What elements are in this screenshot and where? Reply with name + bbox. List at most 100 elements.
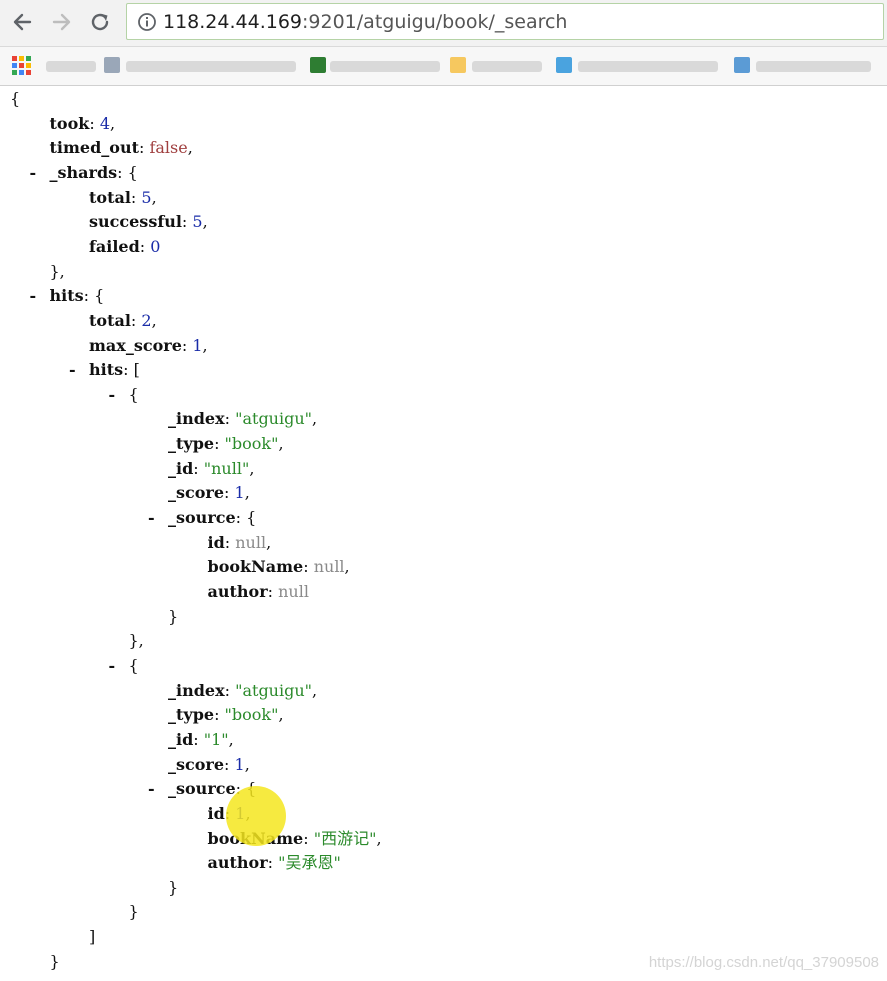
address-bar[interactable]: 118.24.44.169:9201/atguigu/book/_search: [126, 3, 884, 40]
json-punctuation: ,: [249, 458, 255, 478]
json-punctuation: ,: [376, 828, 382, 848]
json-punctuation: ,: [110, 113, 116, 133]
json-key: _id: [168, 729, 194, 749]
json-key: timed_out: [49, 138, 139, 158]
json-line-content: }: [50, 950, 60, 974]
arrow-left-icon: [13, 13, 32, 31]
json-line-content: _id: "null",: [168, 458, 255, 478]
json-key: _source: [168, 508, 236, 528]
url-path: :9201/atguigu/book/_search: [302, 11, 568, 33]
json-key: id: [207, 532, 225, 552]
json-key: hits: [89, 360, 124, 380]
json-line-content: _score: 1,: [168, 754, 250, 774]
json-key: _type: [168, 434, 215, 454]
json-key: bookName: [207, 557, 304, 577]
json-key: successful: [89, 212, 182, 232]
json-line-content: bookName: null,: [207, 557, 350, 577]
json-line-content: }: [168, 605, 178, 629]
json-value: 4: [99, 113, 110, 133]
json-line-content: _index: "atguigu",: [168, 680, 318, 700]
json-line-content: {: [129, 383, 139, 407]
json-value: 5: [141, 187, 152, 207]
arrow-right-icon: [52, 13, 71, 31]
collapse-toggle[interactable]: -: [30, 284, 37, 308]
json-key: total: [89, 187, 131, 207]
bookmark-item[interactable]: [578, 61, 718, 72]
json-line-content: ]: [89, 925, 95, 949]
collapse-toggle[interactable]: -: [69, 358, 76, 382]
json-key: _score: [168, 483, 225, 503]
json-punctuation: }: [168, 606, 179, 626]
json-value: "null": [203, 458, 250, 478]
json-punctuation: ,: [312, 409, 318, 429]
json-punctuation: ,: [266, 532, 272, 552]
json-line-content: }: [168, 876, 178, 900]
json-punctuation: ,: [312, 680, 318, 700]
json-punctuation: {: [128, 384, 139, 404]
json-key: _source: [168, 779, 236, 799]
bookmark-favicon: [310, 57, 326, 73]
json-punctuation: ,: [202, 212, 208, 232]
json-punctuation: {: [10, 89, 21, 108]
json-line-content: _score: 1,: [168, 483, 250, 503]
json-key: author: [207, 582, 268, 601]
reload-button[interactable]: [86, 8, 114, 36]
json-line-content: {: [10, 87, 20, 111]
bookmark-favicon: [556, 57, 572, 73]
json-key: author: [207, 853, 268, 873]
collapse-toggle[interactable]: -: [109, 654, 116, 678]
json-line-content: total: 2,: [89, 310, 157, 330]
bookmark-item[interactable]: [756, 61, 871, 72]
back-button[interactable]: [8, 8, 36, 36]
json-value: "atguigu": [235, 409, 313, 429]
json-line-content: successful: 5,: [89, 212, 208, 232]
bookmark-item[interactable]: [46, 61, 96, 72]
json-key: _id: [168, 458, 194, 478]
json-punctuation: {: [94, 286, 105, 306]
json-punctuation: }: [168, 877, 179, 897]
apps-grid-icon[interactable]: [12, 56, 32, 76]
bookmark-item[interactable]: [126, 61, 296, 72]
watermark: https://blog.csdn.net/qq_37909508: [648, 954, 879, 971]
json-key: max_score: [89, 335, 182, 355]
json-punctuation: ,: [278, 705, 284, 725]
forward-button[interactable]: [48, 8, 76, 36]
json-key: _score: [168, 754, 225, 774]
json-line-content: _type: "book",: [168, 434, 284, 454]
json-line-content: },: [50, 260, 65, 284]
collapse-toggle[interactable]: -: [148, 506, 155, 530]
json-punctuation: },: [49, 261, 65, 281]
json-line-content: _type: "book",: [168, 705, 284, 725]
json-punctuation: }: [49, 951, 60, 971]
json-punctuation: ,: [244, 754, 250, 774]
json-line-content: {: [129, 654, 139, 678]
json-punctuation: ,: [278, 434, 284, 454]
json-punctuation: ,: [151, 187, 157, 207]
json-line-content: }: [129, 900, 139, 924]
bookmark-item[interactable]: [472, 61, 542, 72]
info-icon[interactable]: [137, 12, 157, 32]
url-host: 118.24.44.169: [163, 11, 303, 33]
collapse-toggle[interactable]: -: [148, 777, 155, 801]
json-punctuation: ,: [151, 310, 157, 330]
url-text[interactable]: 118.24.44.169:9201/atguigu/book/_search: [163, 11, 567, 33]
json-line-content: _id: "1",: [168, 729, 234, 749]
folder-icon: [450, 57, 466, 73]
json-key: _index: [168, 409, 225, 429]
json-line-content: _shards: {: [49, 162, 138, 182]
json-punctuation: }: [128, 902, 139, 922]
json-value: "吴承恩": [278, 853, 341, 873]
json-key: _index: [168, 680, 225, 700]
collapse-toggle[interactable]: -: [109, 383, 116, 407]
mouse-cursor-highlight: [226, 786, 286, 846]
bookmark-item[interactable]: [330, 61, 440, 72]
json-punctuation: ,: [202, 335, 208, 355]
json-value: "book": [224, 705, 279, 725]
json-punctuation: {: [128, 655, 139, 675]
json-value: 0: [150, 236, 161, 256]
json-punctuation: {: [127, 162, 138, 182]
collapse-toggle[interactable]: -: [30, 161, 37, 185]
json-punctuation: ,: [344, 557, 350, 577]
json-punctuation: {: [246, 508, 257, 528]
json-key: _type: [168, 705, 215, 725]
